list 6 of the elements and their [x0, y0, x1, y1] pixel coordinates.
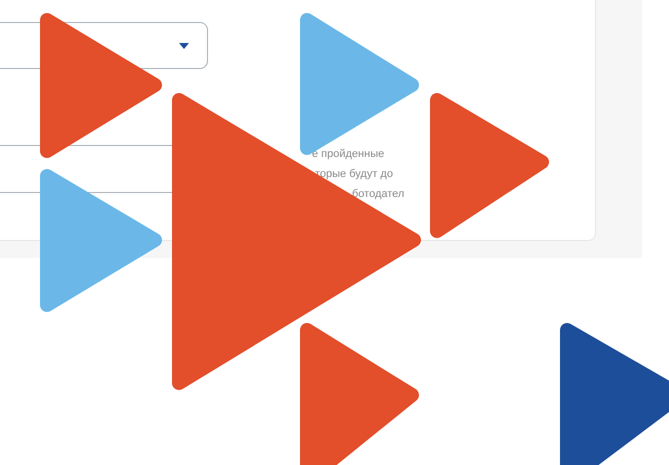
dropdown-field[interactable] [140, 22, 208, 69]
hint-text: е пройденные [312, 147, 386, 162]
hint-text: ботодател [352, 187, 404, 202]
hint-text: торые будут до [315, 167, 394, 182]
caret-icon [179, 42, 189, 48]
input-field[interactable] [0, 145, 38, 193]
